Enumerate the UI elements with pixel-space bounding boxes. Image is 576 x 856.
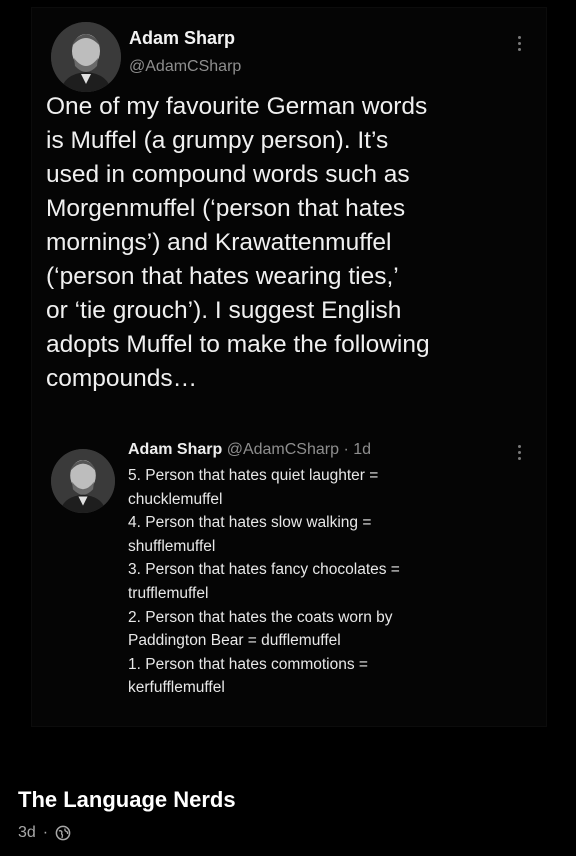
tweet-card: Adam Sharp @AdamCSharp One of my favouri… (32, 8, 546, 726)
profile-photo-icon (51, 22, 121, 92)
reply-author-name[interactable]: Adam Sharp (128, 441, 222, 458)
profile-photo-icon (51, 449, 115, 513)
meta-separator: · (42, 824, 49, 841)
author-name[interactable]: Adam Sharp (129, 28, 235, 49)
post-meta: 3d · (18, 824, 71, 842)
reply-author-avatar[interactable] (51, 449, 115, 513)
author-avatar[interactable] (51, 22, 121, 92)
post-age[interactable]: 3d (18, 824, 36, 842)
reply-header: Adam Sharp @AdamCSharp · 1d (128, 441, 371, 459)
reply-meta: @AdamCSharp · 1d (226, 441, 372, 458)
tweet-text: One of my favourite German words is Muff… (46, 93, 430, 392)
globe-icon[interactable] (55, 825, 71, 841)
author-handle[interactable]: @AdamCSharp (129, 58, 241, 76)
reply-more-options-icon[interactable] (518, 445, 522, 460)
page-name[interactable]: The Language Nerds (18, 787, 236, 813)
more-options-icon[interactable] (518, 36, 522, 51)
reply-text: 5. Person that hates quiet laughter = ch… (128, 467, 400, 697)
